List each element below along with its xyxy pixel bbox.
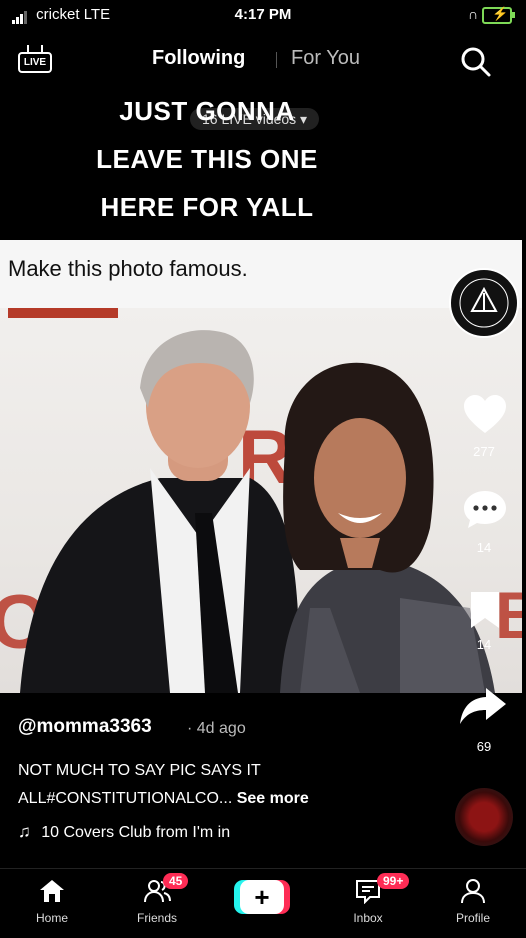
headphones-icon: ∩ — [468, 6, 479, 22]
like-count: 277 — [473, 444, 495, 459]
live-label: LIVE — [18, 52, 52, 73]
photo-illustration: R O B — [0, 308, 522, 693]
nav-inbox-label: Inbox — [353, 911, 383, 925]
comment-count: 14 — [476, 540, 492, 555]
share-arrow-icon[interactable] — [458, 686, 508, 726]
caption-line-2: ALL#CONSTITUTIONALCO... See more — [18, 785, 418, 813]
status-right: ∩ ⚡ — [468, 6, 515, 24]
status-bar: cricket LTE 4:17 PM ∩ ⚡ — [0, 0, 526, 34]
inbox-badge: 99+ — [377, 873, 410, 889]
like-heart-icon[interactable] — [462, 393, 508, 435]
tab-following[interactable]: Following — [152, 47, 245, 70]
nav-friends-label: Friends — [136, 911, 177, 925]
nav-profile-label: Profile — [455, 911, 490, 925]
author-handle[interactable]: @momma3363 — [18, 716, 152, 738]
sound-creator-seal-icon[interactable] — [448, 267, 520, 339]
caption-hashtag[interactable]: ALL#CONSTITUTIONALCO... — [18, 790, 232, 807]
create-post-button[interactable]: + — [234, 880, 290, 914]
nav-profile[interactable]: Profile — [433, 878, 513, 925]
live-button[interactable]: LIVE — [18, 44, 52, 74]
post-photo: R O B — [0, 308, 522, 693]
tab-for-you[interactable]: For You — [291, 47, 360, 70]
search-icon[interactable] — [458, 44, 494, 80]
music-ticker[interactable]: ♫ 10 Covers Club from I'm in — [18, 822, 230, 842]
sound-disc-icon[interactable] — [455, 788, 513, 846]
tab-divider — [276, 52, 277, 68]
banner-text: Make this photo famous. — [8, 256, 248, 281]
overlay-line-2: LEAVE THIS ONE — [96, 144, 318, 174]
bookmark-icon[interactable] — [468, 590, 502, 630]
share-count: 69 — [476, 739, 492, 754]
plus-icon: + — [240, 880, 284, 914]
caption-line-1: NOT MUCH TO SAY PIC SAYS IT — [18, 762, 261, 779]
status-time: 4:17 PM — [234, 6, 292, 23]
post-age: · 4d ago — [187, 720, 246, 737]
battery-icon: ⚡ — [482, 6, 515, 24]
music-title: 10 Covers Club from I'm in — [41, 824, 231, 841]
nav-home[interactable]: Home — [12, 878, 92, 925]
save-count: 14 — [476, 637, 492, 652]
comment-icon[interactable] — [462, 488, 508, 530]
overlay-line-3: HERE FOR YALL — [100, 192, 314, 222]
nav-home-label: Home — [35, 911, 68, 925]
music-note-icon: ♫ — [18, 822, 31, 841]
overlay-line-1: JUST GONNA — [119, 96, 295, 126]
home-icon — [40, 880, 64, 902]
post-caption[interactable]: NOT MUCH TO SAY PIC SAYS IT ALL#CONSTITU… — [18, 757, 418, 813]
profile-icon — [461, 879, 485, 904]
friends-badge: 45 — [163, 873, 189, 889]
see-more-link[interactable]: See more — [237, 790, 309, 807]
